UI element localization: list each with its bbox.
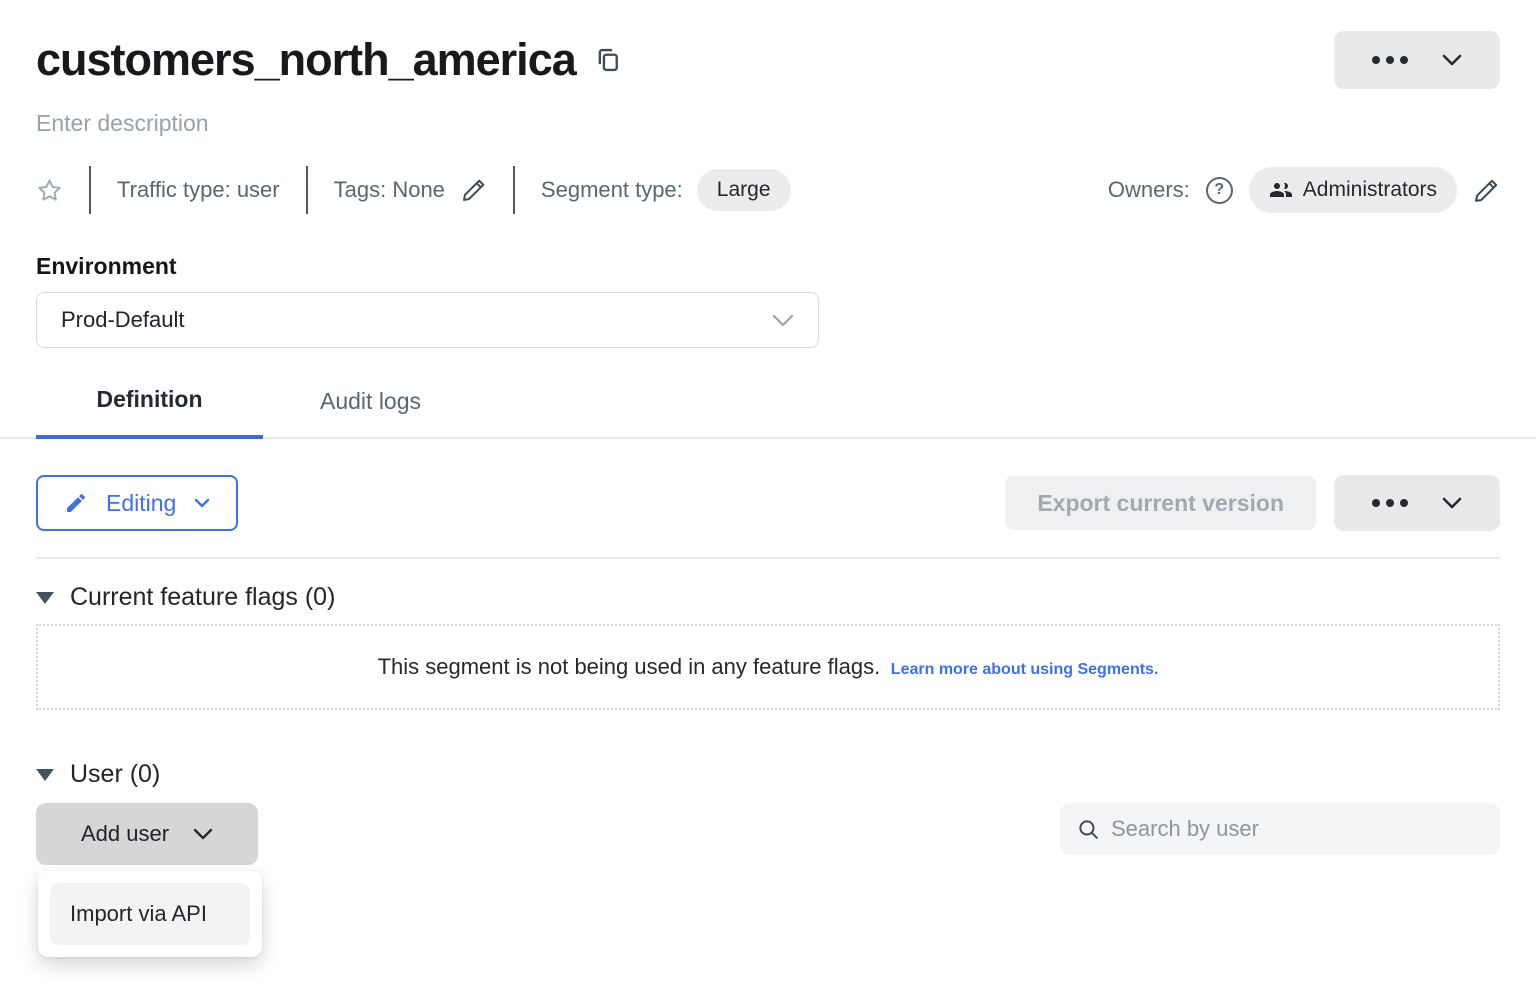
feature-flags-empty-state: This segment is not being used in any fe… [36,624,1500,710]
header: customers_north_america [36,30,1500,90]
learn-more-link[interactable]: Learn more about using Segments. [891,661,1159,678]
segment-type-label: Segment type: [541,177,683,203]
edit-tags-pencil-icon[interactable] [461,177,487,203]
tags-label: Tags: None [334,177,445,203]
owners-value: Administrators [1303,178,1437,202]
environment-selected-value: Prod-Default [61,307,185,333]
feature-flags-section-header[interactable]: Current feature flags (0) [36,583,335,612]
user-section-title: User (0) [70,760,160,789]
environment-select[interactable]: Prod-Default [36,292,819,348]
search-by-user-input[interactable] [1111,816,1484,842]
divider [89,166,91,214]
definition-toolbar: Editing Export current version [36,475,1500,531]
chevron-down-icon [1442,54,1462,66]
more-options-icon [1372,499,1408,507]
menu-item-import-via-api[interactable]: Import via API [50,883,250,945]
tab-audit-logs[interactable]: Audit logs [320,388,421,437]
traffic-type-label: Traffic type: user [117,177,280,203]
caret-down-icon [36,592,54,604]
definition-more-button[interactable] [1334,475,1500,531]
segment-detail-page: customers_north_america Enter descriptio… [0,0,1536,865]
people-icon [1269,178,1293,202]
divider [306,166,308,214]
segment-type-badge: Large [697,169,791,211]
edit-owners-pencil-icon[interactable] [1473,177,1500,204]
owners-badge: Administrators [1249,167,1457,213]
feature-flags-section-title: Current feature flags (0) [70,583,335,612]
empty-state-message: This segment is not being used in any fe… [378,654,881,679]
editing-status-button[interactable]: Editing [36,475,238,531]
page-title: customers_north_america [36,34,576,86]
header-more-button[interactable] [1334,31,1500,89]
chevron-down-icon [1442,497,1462,509]
environment-label: Environment [36,253,1500,280]
help-icon[interactable]: ? [1206,177,1233,204]
tab-definition[interactable]: Definition [36,386,263,439]
divider [36,557,1500,559]
tab-bar: Definition Audit logs [0,386,1536,439]
copy-icon[interactable] [594,46,622,74]
export-current-version-button[interactable]: Export current version [1005,476,1316,530]
user-section-header[interactable]: User (0) [36,760,160,789]
user-controls-row: Add user Import via API [36,803,1500,865]
owners-group: Owners: ? Administrators [1108,167,1500,213]
add-user-button[interactable]: Add user [36,803,258,865]
search-by-user-box[interactable] [1060,803,1500,855]
divider [513,166,515,214]
description-placeholder[interactable]: Enter description [36,110,209,137]
meta-row: Traffic type: user Tags: None Segment ty… [36,165,1500,215]
chevron-down-icon [194,498,210,508]
chevron-down-icon [193,828,213,840]
chevron-down-icon [772,314,794,327]
add-user-label: Add user [81,821,169,847]
search-icon [1076,817,1101,842]
more-options-icon [1372,56,1408,64]
add-user-dropdown-menu: Import via API [38,871,262,957]
star-icon[interactable] [36,177,63,204]
owners-label: Owners: [1108,177,1190,203]
editing-label: Editing [106,490,176,517]
pencil-icon [64,491,88,515]
caret-down-icon [36,769,54,781]
